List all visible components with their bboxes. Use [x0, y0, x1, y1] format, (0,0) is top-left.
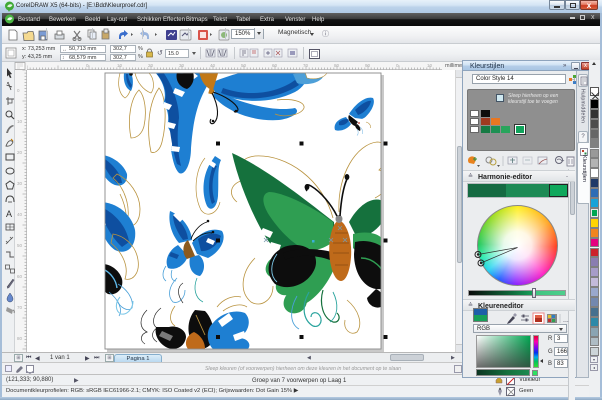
svg-text:A: A: [6, 209, 12, 219]
svg-text:...: ...: [563, 317, 569, 324]
